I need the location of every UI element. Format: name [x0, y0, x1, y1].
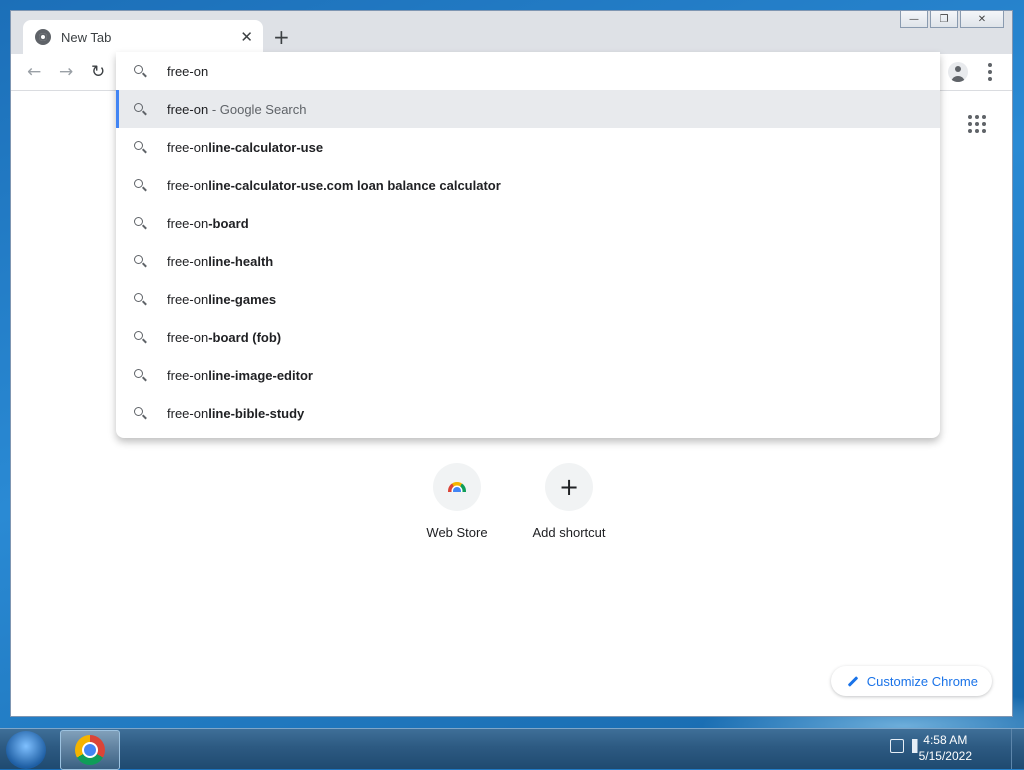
search-icon	[134, 102, 147, 116]
omnibox-suggestion[interactable]: free-on line-games	[116, 280, 940, 318]
plus-icon: +	[558, 473, 580, 501]
chrome-menu-icon[interactable]	[988, 63, 992, 81]
omnibox-suggestion[interactable]: free-on -board (fob)	[116, 318, 940, 356]
clock[interactable]: 4:58 AM 5/15/2022	[919, 732, 972, 764]
omnibox-suggestion[interactable]: free-on -board	[116, 204, 940, 242]
new-tab-button[interactable]: +	[273, 25, 290, 49]
suggestion-completion-text: -board	[208, 215, 249, 231]
omnibox-suggestion[interactable]: free-on line-bible-study	[116, 394, 940, 432]
add-shortcut-button[interactable]: + Add shortcut	[524, 463, 614, 540]
suggestion-completion-text: line-calculator-use	[208, 139, 324, 155]
shortcut-tile: +	[545, 463, 593, 511]
omnibox-suggestion[interactable]: free-on line-health	[116, 242, 940, 280]
chrome-favicon-icon	[35, 29, 51, 45]
omnibox-suggestion[interactable]: free-on line-calculator-use	[116, 128, 940, 166]
suggestion-typed-text: free-on	[167, 177, 209, 193]
shortcut-tile	[433, 463, 481, 511]
suggestion-completion-text: -board (fob)	[208, 329, 282, 345]
windows-taskbar: 4:58 AM 5/15/2022	[0, 728, 1024, 770]
shortcut-label: Add shortcut	[532, 525, 606, 540]
forward-arrow-icon[interactable]: →	[59, 62, 73, 82]
tab-new-tab[interactable]: New Tab ✕	[23, 20, 263, 54]
start-button[interactable]	[6, 731, 46, 769]
address-bar[interactable]: free-on	[116, 52, 940, 90]
profile-avatar-icon[interactable]	[948, 62, 968, 82]
omnibox-suggestion[interactable]: free-on line-image-editor	[116, 356, 940, 394]
pencil-icon	[847, 675, 859, 687]
google-apps-icon[interactable]	[968, 115, 986, 133]
back-arrow-icon[interactable]: ←	[27, 62, 41, 82]
search-icon	[134, 406, 147, 420]
suggestion-list: free-on - Google Search free-on line-calcu…	[116, 90, 940, 432]
suggestion-typed-text: free-on	[167, 405, 209, 421]
shortcut-web-store[interactable]: Web Store	[412, 463, 502, 540]
customize-label: Customize Chrome	[866, 673, 978, 689]
suggestion-completion-text: line-games	[208, 291, 277, 307]
close-window-button[interactable]: ✕	[960, 11, 1004, 28]
search-icon	[134, 140, 147, 154]
suggestion-completion-text: line-bible-study	[208, 405, 305, 421]
search-icon	[134, 330, 147, 344]
taskbar-chrome-button[interactable]	[60, 730, 120, 770]
suggestion-typed-text: free-on	[167, 367, 209, 383]
omnibox-suggestion[interactable]: free-on line-calculator-use.com loan bala…	[116, 166, 940, 204]
customize-chrome-button[interactable]: Customize Chrome	[830, 666, 992, 696]
show-desktop-button[interactable]	[1011, 729, 1024, 769]
suggestion-typed-text: free-on	[167, 329, 209, 345]
suggestion-typed-text: free-on	[167, 101, 209, 117]
chrome-web-store-icon	[448, 482, 466, 492]
address-input-value[interactable]: free-on	[167, 64, 208, 79]
search-icon	[134, 216, 147, 230]
reload-icon[interactable]: ↻	[91, 62, 105, 82]
suggestion-completion-text: line-calculator-use.com loan balance cal…	[208, 177, 501, 193]
search-icon	[134, 64, 147, 78]
suggestion-typed-text: free-on	[167, 215, 209, 231]
search-icon	[134, 178, 147, 192]
network-icon[interactable]	[890, 739, 904, 753]
close-tab-icon[interactable]: ✕	[240, 28, 253, 46]
suggestion-source-label: - Google Search	[208, 101, 307, 117]
search-icon	[134, 292, 147, 306]
tab-title: New Tab	[61, 29, 112, 45]
restore-button[interactable]: ❐	[930, 11, 958, 28]
suggestion-typed-text: free-on	[167, 253, 209, 269]
suggestion-typed-text: free-on	[167, 291, 209, 307]
clock-time: 4:58 AM	[923, 733, 968, 747]
window-controls: — ❐ ✕	[900, 11, 1004, 28]
minimize-button[interactable]: —	[900, 11, 928, 28]
suggestion-typed-text: free-on	[167, 139, 209, 155]
omnibox-suggestion[interactable]: free-on - Google Search	[116, 90, 940, 128]
chrome-logo-icon	[75, 735, 105, 765]
omnibox-dropdown: free-on free-on - Google Search free-on li…	[116, 52, 940, 438]
suggestion-completion-text: line-health	[208, 253, 274, 269]
suggestion-completion-text: line-image-editor	[208, 367, 313, 383]
clock-date: 5/15/2022	[918, 749, 972, 763]
search-icon	[134, 368, 147, 382]
shortcut-label: Web Store	[426, 525, 488, 540]
search-icon	[134, 254, 147, 268]
